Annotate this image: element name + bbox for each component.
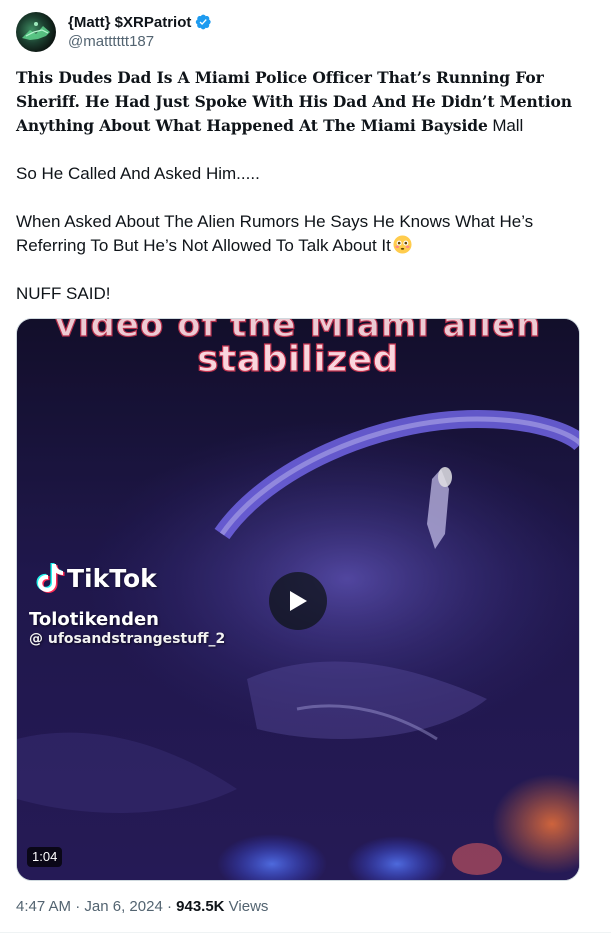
tweet-paragraph-4: NUFF SAID! [16, 284, 111, 303]
video-duration-badge: 1:04 [27, 847, 63, 867]
views-label: Views [224, 898, 269, 915]
play-icon [290, 591, 307, 611]
meta-separator: · [162, 898, 177, 915]
author-handle[interactable]: @matttttt187 [68, 33, 154, 50]
flushed-face-emoji-icon [393, 235, 412, 254]
tweet-text: This Dudes Dad Is A Miami Police Officer… [16, 66, 581, 306]
tiktok-watermark: TikTok [35, 561, 157, 595]
divider [0, 932, 611, 933]
tiktok-logo-icon [36, 563, 65, 593]
meta-separator: · [71, 898, 85, 915]
tweet: {Matt} $XRPatriot @matttttt187 This Dude… [0, 0, 611, 935]
tweet-headline-tail: Mall [487, 116, 524, 135]
play-button[interactable] [269, 572, 327, 630]
tweet-paragraph-3-text: When Asked About The Alien Rumors He Say… [16, 212, 538, 255]
tweet-date[interactable]: Jan 6, 2024 [84, 898, 162, 915]
tweet-time[interactable]: 4:47 AM [16, 898, 71, 915]
video-caption-main: stabilized [196, 338, 399, 380]
avatar-image [22, 22, 50, 40]
author-display-name[interactable]: {Matt} $XRPatriot [68, 14, 191, 31]
views-count: 943.5K [176, 898, 225, 915]
tweet-headline: This Dudes Dad Is A Miami Police Officer… [16, 66, 581, 138]
verified-badge-icon [196, 14, 212, 30]
video-player[interactable]: video of the Miami alien stabilized TikT… [16, 318, 580, 881]
tweet-meta: 4:47 AM · Jan 6, 2024 · 943.5K Views [16, 898, 268, 915]
author-row: {Matt} $XRPatriot [68, 12, 212, 32]
tweet-paragraph-3: When Asked About The Alien Rumors He Say… [16, 210, 581, 258]
tiktok-handle: @ ufosandstrangestuff_2 [29, 631, 226, 647]
tiktok-username: Tolotikenden [29, 609, 159, 630]
tiktok-wordmark: TikTok [67, 563, 157, 593]
avatar[interactable] [16, 12, 56, 52]
tweet-paragraph-2: So He Called And Asked Him..... [16, 164, 260, 183]
